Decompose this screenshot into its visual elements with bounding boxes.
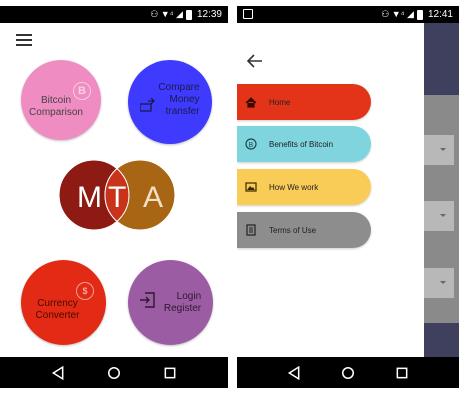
- mta-logo: M T A: [58, 159, 176, 231]
- menu-item-label: Home: [269, 97, 291, 107]
- svg-text:B: B: [249, 142, 254, 149]
- document-icon: [245, 224, 257, 236]
- status-bar: ⚇ ▼⁴ ◢ 12:39: [0, 6, 228, 23]
- compare-money-transfer-button[interactable]: Compare Money transfer: [128, 60, 212, 144]
- hamburger-menu-icon[interactable]: [16, 34, 32, 46]
- login-register-button[interactable]: Login Register: [128, 260, 213, 345]
- status-time: 12:41: [427, 9, 453, 20]
- android-nav-bar: [237, 357, 459, 388]
- background-card: [424, 135, 454, 165]
- back-nav-icon[interactable]: [287, 365, 301, 380]
- recents-nav-icon[interactable]: [395, 366, 409, 380]
- right-phone-screen: ⚇ ▼⁴ ◢ 12:41 Home B Benefits of Bitcoin …: [237, 0, 459, 402]
- battery-icon: [416, 9, 423, 20]
- background-card: [424, 268, 454, 298]
- menu-item-terms-of-use[interactable]: Terms of Use: [237, 212, 371, 248]
- home-nav-icon[interactable]: [341, 366, 355, 380]
- login-register-label: Login Register: [163, 290, 202, 314]
- logo-letter-m: M: [77, 181, 102, 214]
- bitcoin-icon: B: [245, 138, 257, 150]
- notification-icon: [243, 9, 253, 19]
- menu-item-how-we-work[interactable]: How We work: [237, 169, 371, 205]
- compare-money-transfer-label: Compare Money transfer: [158, 82, 200, 117]
- logo-letter-t: T: [108, 181, 126, 214]
- background-card: [424, 201, 454, 231]
- back-arrow-icon[interactable]: [246, 53, 264, 69]
- menu-item-benefits-of-bitcoin[interactable]: B Benefits of Bitcoin: [237, 126, 371, 162]
- login-icon: [140, 292, 155, 308]
- status-bar: ⚇ ▼⁴ ◢ 12:41: [237, 6, 459, 23]
- left-phone-screen: ⚇ ▼⁴ ◢ 12:39 B Bitcoin Comparison Compar…: [0, 0, 228, 402]
- logo-letter-a: A: [143, 181, 163, 214]
- currency-converter-button[interactable]: $ Currency Converter: [21, 260, 106, 345]
- android-nav-bar: [0, 357, 228, 388]
- currency-converter-label: Currency Converter: [35, 297, 80, 321]
- bitcoin-comparison-button[interactable]: B Bitcoin Comparison: [21, 60, 101, 140]
- scrim-overlay[interactable]: [424, 23, 459, 366]
- money-transfer-icon: [140, 98, 155, 112]
- menu-item-home[interactable]: Home: [237, 84, 371, 120]
- menu-item-label: Benefits of Bitcoin: [269, 139, 334, 149]
- home-icon: [245, 96, 257, 108]
- bitcoin-comparison-label: Bitcoin Comparison: [29, 95, 83, 118]
- menu-item-label: Terms of Use: [269, 225, 317, 235]
- signal-icons: ⚇ ▼⁴ ◢: [381, 9, 414, 19]
- menu-item-label: How We work: [269, 182, 319, 192]
- home-nav-icon[interactable]: [107, 366, 121, 380]
- battery-icon: [185, 9, 192, 20]
- status-time: 12:39: [196, 9, 222, 20]
- back-nav-icon[interactable]: [51, 365, 65, 380]
- signal-icons: ⚇ ▼⁴ ◢: [150, 9, 183, 19]
- recents-nav-icon[interactable]: [163, 366, 177, 380]
- image-icon: [245, 181, 257, 193]
